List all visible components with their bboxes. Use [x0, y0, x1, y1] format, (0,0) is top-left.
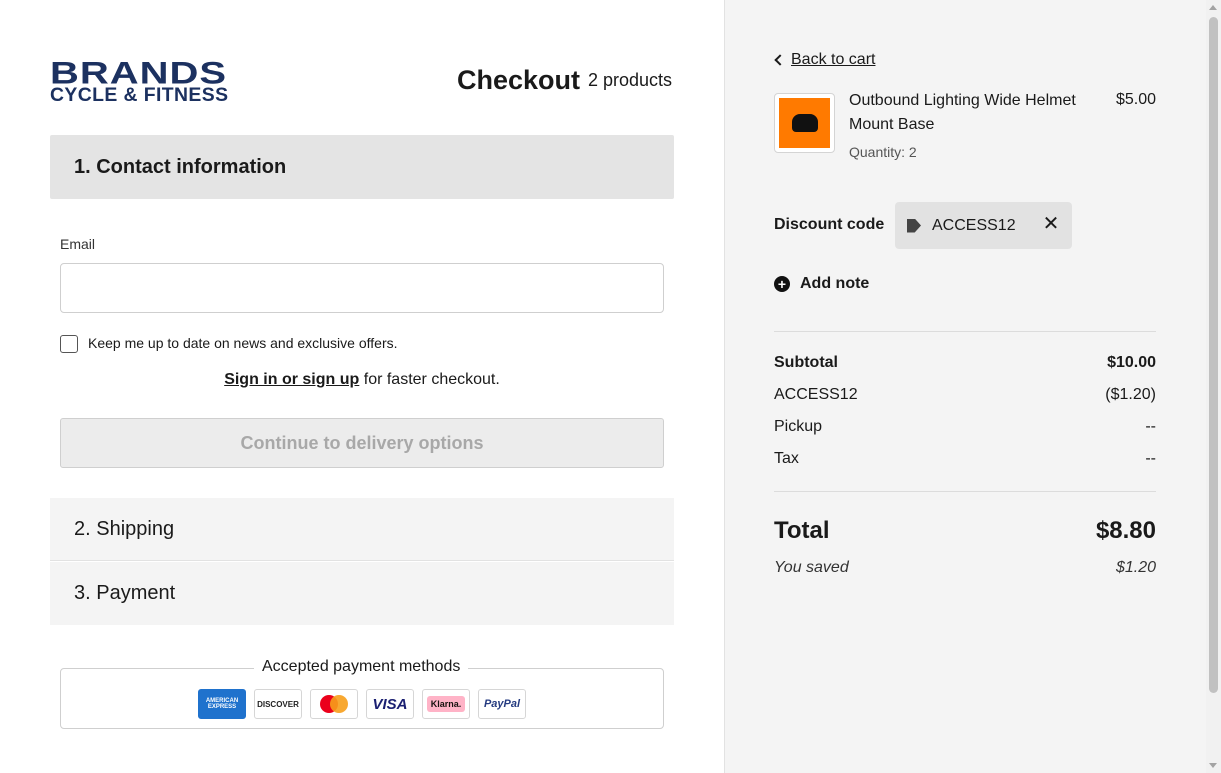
signin-link[interactable]: Sign in or sign up: [224, 371, 359, 388]
tax-label: Tax: [774, 450, 799, 467]
pickup-label: Pickup: [774, 418, 823, 435]
product-thumbnail: [774, 93, 835, 153]
pickup-row: Pickup --: [774, 418, 1156, 436]
total-value: $8.80: [1095, 517, 1156, 544]
newsletter-checkbox[interactable]: [60, 335, 78, 353]
discount-row-label: ACCESS12: [774, 386, 858, 403]
scroll-up-icon[interactable]: [1209, 5, 1217, 10]
product-price: $5.00: [1115, 91, 1156, 108]
plus-circle-icon: +: [774, 276, 790, 292]
chevron-left-icon: [774, 54, 786, 66]
divider: [774, 491, 1156, 492]
discount-code-chip: ACCESS12 ✕: [895, 202, 1072, 249]
brand-logo[interactable]: BRANDS CYCLE & FITNESS: [50, 56, 276, 105]
tax-row: Tax --: [774, 450, 1156, 468]
remove-discount-icon[interactable]: ✕: [1042, 213, 1060, 235]
product-name: Outbound Lighting Wide Helmet Mount Base: [849, 92, 1076, 133]
product-quantity: Quantity: 2: [849, 144, 917, 160]
subtotal-row: Subtotal $10.00: [774, 354, 1156, 372]
divider: [774, 331, 1156, 332]
product-image: [779, 98, 830, 148]
subtotal-value: $10.00: [1107, 354, 1156, 371]
scroll-down-icon[interactable]: [1209, 763, 1217, 768]
total-label: Total: [774, 517, 830, 544]
discount-code-label: Discount code: [774, 216, 885, 233]
payment-methods-legend: Accepted payment methods: [254, 658, 469, 676]
tax-value: --: [1145, 450, 1156, 467]
mastercard-circle-orange: [330, 695, 348, 713]
klarna-icon: Klarna.: [422, 689, 470, 719]
signin-prompt: Sign in or sign up for faster checkout.: [60, 371, 664, 389]
saved-value: $1.20: [1115, 559, 1156, 576]
logo-line-2: CYCLE & FITNESS: [50, 85, 229, 106]
helmet-mount-image: [791, 114, 818, 132]
payment-icons: AMERICAN EXPRESS DISCOVER VISA Klarna. P…: [198, 689, 526, 719]
vertical-scrollbar[interactable]: [1206, 0, 1221, 773]
logo-line-1: BRANDS: [50, 56, 228, 91]
email-field[interactable]: [60, 263, 664, 313]
step-contact-information[interactable]: 1. Contact information: [50, 135, 674, 199]
subtotal-label: Subtotal: [774, 354, 838, 371]
back-to-cart-label: Back to cart: [791, 51, 876, 68]
discover-icon: DISCOVER: [254, 689, 302, 719]
tag-icon: [907, 218, 921, 233]
mastercard-icon: [310, 689, 358, 719]
back-to-cart-link[interactable]: Back to cart: [774, 51, 875, 69]
signin-suffix: for faster checkout.: [359, 371, 500, 388]
klarna-label: Klarna.: [426, 696, 466, 712]
scrollbar-thumb[interactable]: [1209, 17, 1218, 693]
visa-icon: VISA: [366, 689, 414, 719]
discount-code-value: ACCESS12: [932, 216, 1016, 234]
add-note-label: Add note: [800, 275, 870, 292]
step-shipping[interactable]: 2. Shipping: [50, 498, 674, 561]
saved-row: You saved $1.20: [774, 559, 1156, 577]
checkout-form-panel: BRANDS CYCLE & FITNESS Checkout 2 produc…: [0, 0, 724, 773]
newsletter-label: Keep me up to date on news and exclusive…: [88, 335, 398, 351]
product-count: 2 products: [588, 70, 673, 90]
total-row: Total $8.80: [774, 517, 1156, 545]
discount-row: ACCESS12 ($1.20): [774, 386, 1156, 404]
paypal-icon: PayPal: [478, 689, 526, 719]
page-title: Checkout: [457, 65, 581, 95]
step-payment[interactable]: 3. Payment: [50, 562, 674, 625]
amex-icon: AMERICAN EXPRESS: [198, 689, 246, 719]
pickup-value: --: [1145, 418, 1156, 435]
saved-label: You saved: [774, 559, 849, 576]
discount-row-value: ($1.20): [1105, 386, 1156, 403]
mastercard-circles: [320, 695, 348, 713]
add-note-button[interactable]: + Add note: [774, 275, 869, 293]
email-label: Email: [60, 236, 96, 252]
continue-to-delivery-button[interactable]: Continue to delivery options: [60, 418, 664, 468]
